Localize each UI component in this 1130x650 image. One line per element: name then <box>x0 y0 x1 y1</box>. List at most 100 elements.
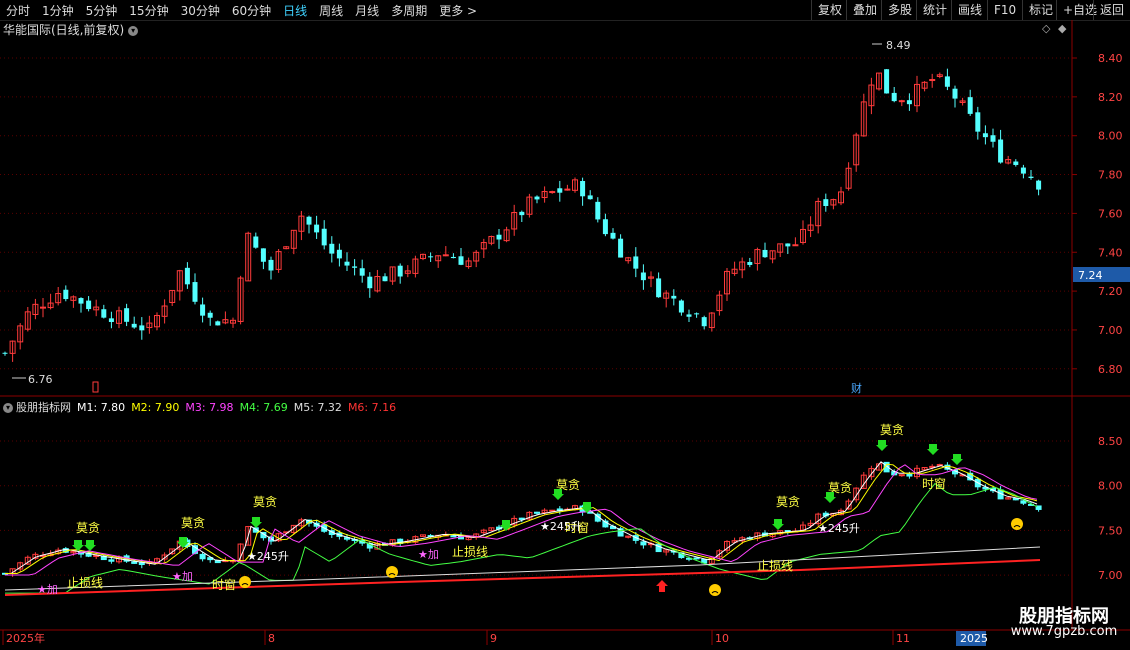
candle-body-up <box>838 191 844 204</box>
indicator-candle-body <box>860 474 867 489</box>
candle-body-down <box>336 249 342 259</box>
period-tab-3[interactable]: 15分钟 <box>123 2 174 19</box>
current-price-box <box>1073 267 1130 282</box>
candle-body-up <box>564 188 571 191</box>
indicator-candle-body <box>1028 503 1034 506</box>
indicator-menu-icon[interactable]: ▾ <box>3 403 13 413</box>
candle-body-up <box>374 276 381 292</box>
indicator-candle-body <box>526 511 533 520</box>
indicator-candle-body <box>1035 505 1042 510</box>
period-tab-1[interactable]: 1分钟 <box>36 2 80 19</box>
chart-title-text: 华能国际(日线,前复权) <box>3 23 125 37</box>
sell-arrow-icon <box>84 540 96 551</box>
candle-body-up <box>1005 159 1012 164</box>
toolbar-button-4[interactable]: 画线 <box>951 0 988 20</box>
toolbar-button-6[interactable]: 标记 <box>1022 0 1059 20</box>
frown-mouth <box>241 583 249 586</box>
candle-body-up <box>473 251 480 262</box>
candle-body-up <box>480 242 487 250</box>
annotation-greed: 莫贪 <box>76 520 100 535</box>
candle-body-up <box>731 268 738 274</box>
indicator-candle-body <box>511 517 518 526</box>
candle-body-down <box>906 100 912 105</box>
ma-line-m4 <box>5 482 1038 594</box>
candle-body-up <box>807 224 814 231</box>
sell-arrow-icon <box>250 517 262 528</box>
toolbar-button-3[interactable]: 统计 <box>916 0 953 20</box>
candle-body-up <box>625 257 632 262</box>
sell-arrow-icon <box>876 440 888 451</box>
indicator-candle-body <box>412 536 419 543</box>
period-tab-10[interactable]: 更多 > <box>433 2 483 19</box>
period-tab-9[interactable]: 多周期 <box>385 2 433 19</box>
candle-body-down <box>952 88 958 99</box>
time-cursor-box <box>956 631 986 646</box>
sell-arrow-icon <box>824 492 836 503</box>
indicator-candle-body <box>572 505 578 511</box>
ma-line-m6 <box>4 559 1041 596</box>
indicator-candle-body <box>587 511 594 514</box>
period-tab-2[interactable]: 5分钟 <box>80 2 124 19</box>
candle-body-down <box>428 256 434 258</box>
annotation-add: ★加 <box>418 548 439 561</box>
period-tab-7[interactable]: 周线 <box>313 2 349 19</box>
candle-body-up <box>389 266 396 282</box>
event-marker <box>92 381 99 393</box>
period-tab-5[interactable]: 60分钟 <box>226 2 277 19</box>
time-tick-label: 10 <box>715 632 729 645</box>
price-tick-label: 6.80 <box>1098 363 1123 376</box>
indicator-candle-body <box>701 558 708 564</box>
candle-body-down <box>595 201 601 220</box>
period-tab-8[interactable]: 月线 <box>349 2 385 19</box>
candle-body-up <box>921 81 928 89</box>
indicator-value-m3: M3: 7.98 <box>185 401 234 414</box>
chevron-down-icon[interactable]: ▾ <box>128 25 139 36</box>
candle-body-up <box>876 72 882 90</box>
indicator-candle-body <box>640 541 647 546</box>
toolbar-button-1[interactable]: 叠加 <box>846 0 883 20</box>
indicator-candle-body <box>784 530 791 533</box>
candle-body-up <box>230 319 236 324</box>
indicator-candle-body <box>534 511 540 514</box>
candle-body-down <box>610 232 616 239</box>
candle-body-down <box>78 298 84 304</box>
price-tick-label: 7.00 <box>1098 324 1123 337</box>
candle-body-down <box>580 180 586 197</box>
low-price-label: 6.76 <box>28 373 53 386</box>
candle-body-down <box>86 300 92 310</box>
period-tab-6[interactable]: 日线 <box>277 2 313 19</box>
indicator-candle-body <box>617 528 624 537</box>
price-tick-label: 8.40 <box>1098 52 1123 65</box>
candle-body-down <box>124 308 130 322</box>
indicator-candle-body <box>116 556 122 563</box>
candle-body-down <box>602 219 608 235</box>
candle-body-up <box>412 258 419 274</box>
period-tab-0[interactable]: 分时 <box>0 2 36 19</box>
annotation-stoploss: 止损线 <box>452 545 488 559</box>
toolbar-button-0[interactable]: 复权 <box>811 0 848 20</box>
indicator-candle-body <box>207 557 214 561</box>
diamond-icon-filled[interactable]: ◆ <box>1058 22 1066 35</box>
candle-body-down <box>762 249 768 258</box>
candle-body-up <box>222 319 229 324</box>
kline-chart: 8.40 8.20 8.00 7.80 7.60 7.40 7.20 7.00 6.80 8.50… <box>0 20 1130 646</box>
candle-body-up <box>169 289 176 303</box>
indicator-candle-body <box>473 533 480 538</box>
toolbar-button-2[interactable]: 多股 <box>881 0 918 20</box>
indicator-candle-body <box>1012 497 1019 501</box>
high-price-label: 8.49 <box>886 39 911 52</box>
period-tab-4[interactable]: 30分钟 <box>175 2 226 19</box>
diamond-icon[interactable]: ◇ <box>1042 22 1050 35</box>
toolbar-button-5[interactable]: F10 <box>987 0 1022 20</box>
indicator-candle-body <box>442 534 449 537</box>
candle-body-up <box>435 255 442 262</box>
toolbar-button-8[interactable]: 返回 <box>1093 0 1130 20</box>
candle-body-up <box>275 251 282 270</box>
indicator-candle-body <box>997 489 1004 500</box>
indicator-candle-body <box>883 461 890 473</box>
candle-body-up <box>853 134 860 166</box>
indicator-candle-body <box>78 551 84 555</box>
price-tick-label: 7.40 <box>1098 246 1123 259</box>
candle-body-down <box>253 236 259 248</box>
annotation-stoploss: 止损线 <box>757 559 793 573</box>
